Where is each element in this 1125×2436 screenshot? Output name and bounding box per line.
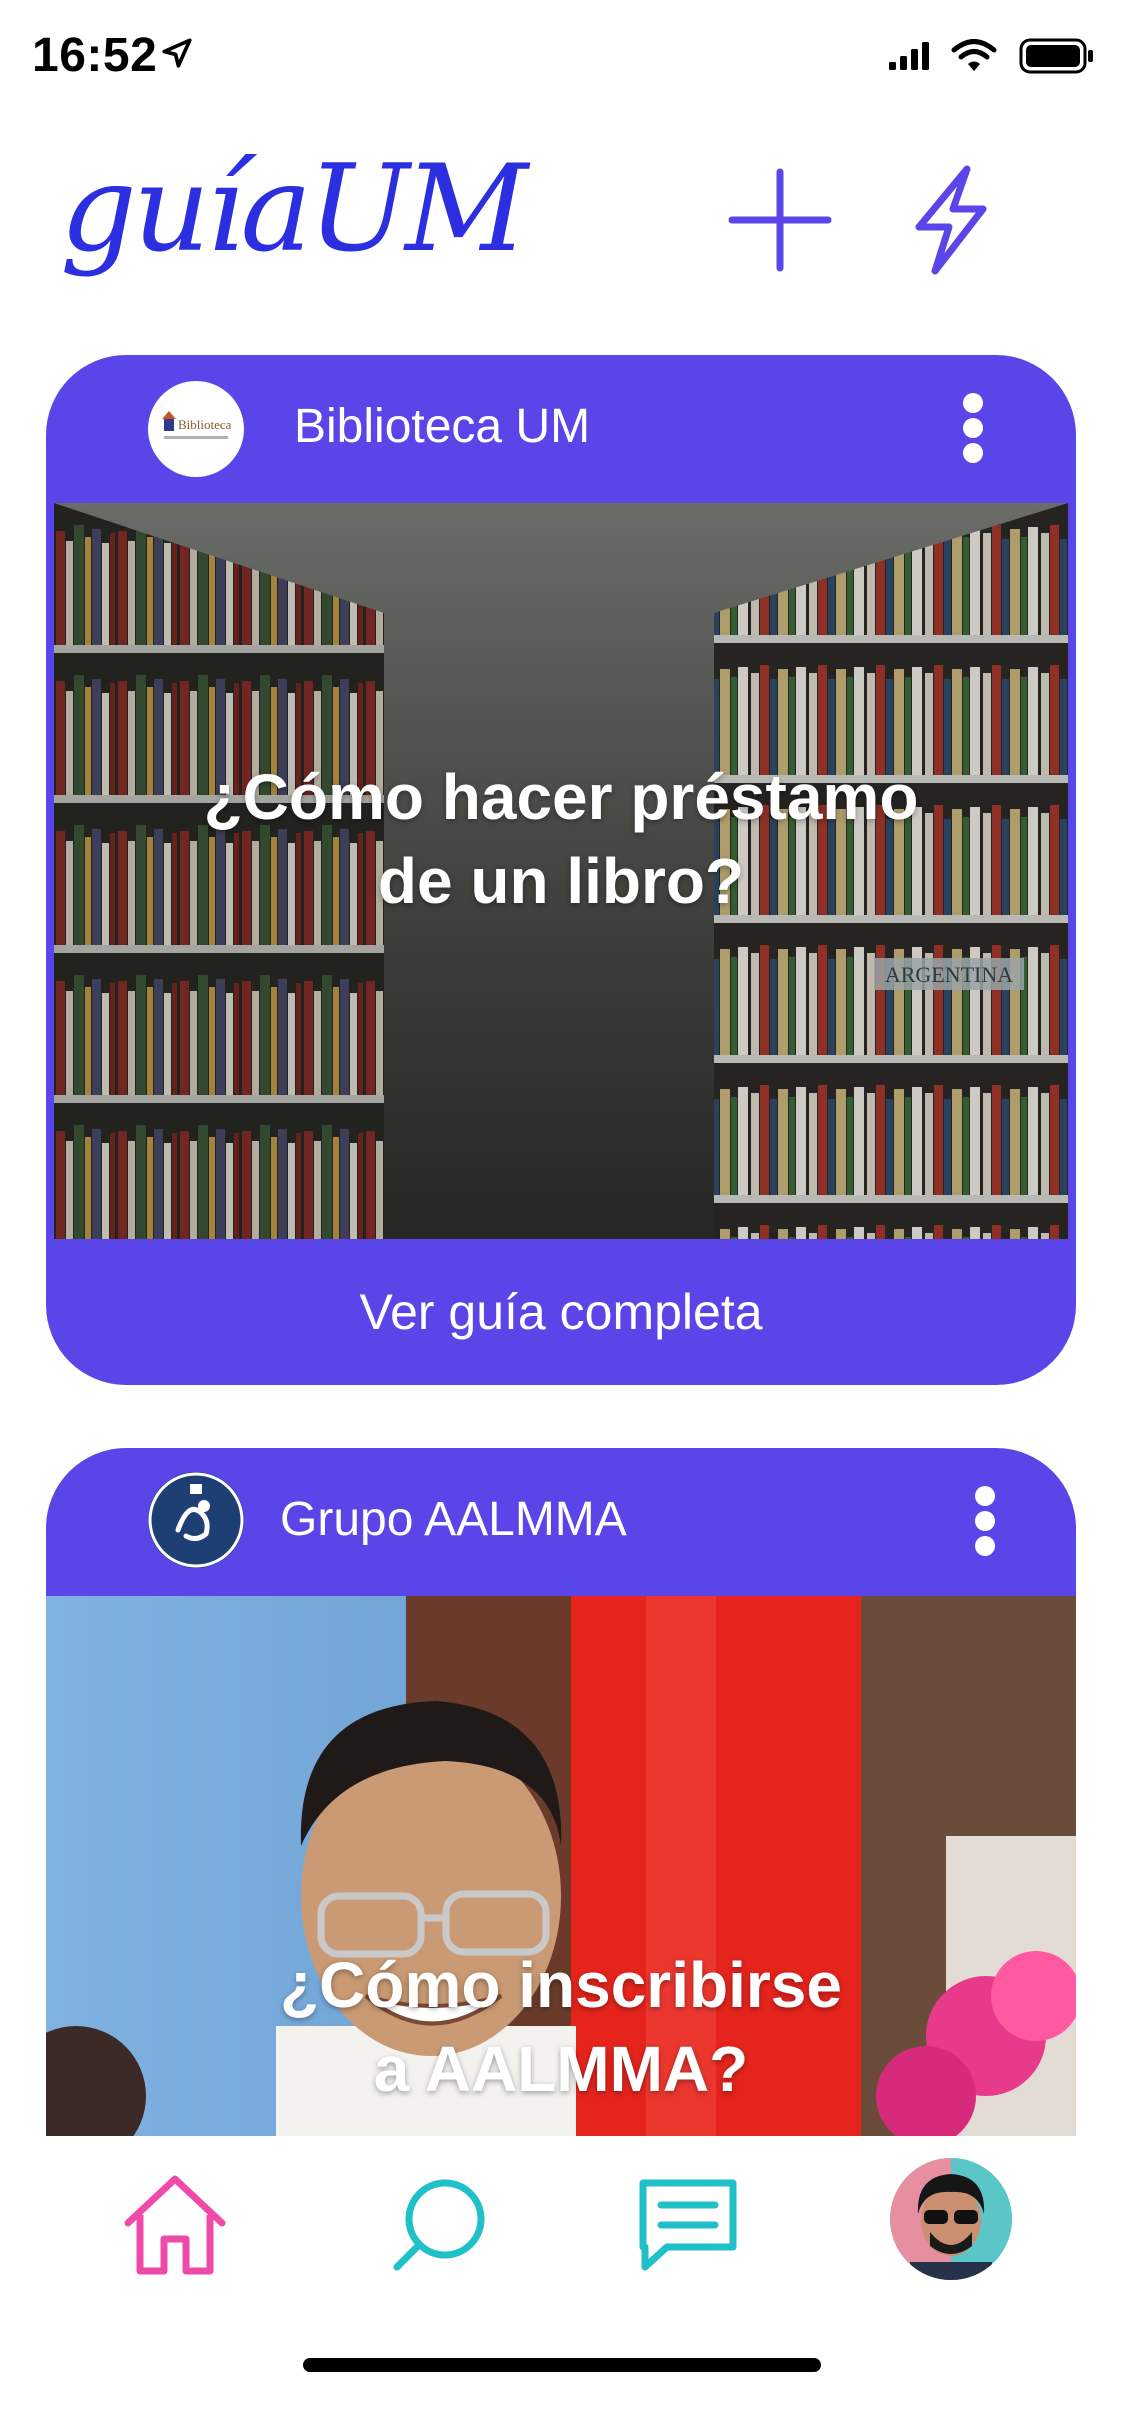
status-bar: 16:52 bbox=[0, 0, 1125, 120]
kebab-dot bbox=[975, 1536, 995, 1556]
more-options-button[interactable] bbox=[958, 393, 988, 463]
guide-title: ¿Cómo inscribirse a AALMMA? bbox=[46, 1943, 1076, 2111]
aalmma-logo-graphic bbox=[148, 1472, 244, 1568]
library-photo[interactable]: ARGENTINA ¿Cómo hacer préstamo de un lib… bbox=[54, 503, 1068, 1239]
kebab-dot bbox=[963, 443, 983, 463]
chat-icon bbox=[639, 2179, 737, 2271]
status-time: 16:52 bbox=[32, 29, 158, 82]
student-photo[interactable]: ¿Cómo inscribirse a AALMMA? bbox=[46, 1596, 1076, 2148]
guide-title-line1: ¿Cómo inscribirse bbox=[280, 1949, 842, 2021]
bolt-icon bbox=[915, 165, 987, 275]
view-full-guide-button[interactable]: Ver guía completa bbox=[46, 1239, 1076, 1385]
nav-home[interactable] bbox=[115, 2166, 235, 2286]
guide-card[interactable]: Biblioteca Biblioteca UM ARGENTINA ¿Cómo… bbox=[46, 355, 1076, 1385]
aalmma-logo bbox=[148, 1472, 244, 1568]
bottom-navigation bbox=[0, 2136, 1125, 2436]
bolt-button[interactable] bbox=[890, 160, 1010, 280]
avatar-image bbox=[890, 2158, 1012, 2280]
card-author: Biblioteca UM bbox=[294, 400, 591, 453]
biblioteca-logo: Biblioteca bbox=[148, 381, 244, 477]
card-header: Grupo AALMMA bbox=[46, 1448, 1076, 1596]
home-indicator bbox=[303, 2358, 821, 2372]
kebab-dot bbox=[975, 1486, 995, 1506]
wifi-icon bbox=[951, 39, 997, 71]
search-icon bbox=[393, 2179, 485, 2271]
profile-avatar[interactable] bbox=[890, 2158, 1012, 2280]
card-author: Grupo AALMMA bbox=[280, 1493, 627, 1546]
kebab-dot bbox=[963, 418, 983, 438]
svg-text:ARGENTINA: ARGENTINA bbox=[885, 962, 1013, 987]
brand-logo: guíaUM bbox=[60, 140, 528, 279]
plus-icon bbox=[728, 168, 832, 272]
kebab-dot bbox=[975, 1511, 995, 1531]
nav-messages[interactable] bbox=[628, 2166, 748, 2286]
guide-title: ¿Cómo hacer préstamo de un libro? bbox=[54, 755, 1068, 923]
more-options-button[interactable] bbox=[970, 1486, 1000, 1556]
guide-title-line1: ¿Cómo hacer préstamo bbox=[203, 761, 919, 833]
guide-card[interactable]: Grupo AALMMA ¿Cómo inscribirse a AALMMA? bbox=[46, 1448, 1076, 2148]
home-icon bbox=[124, 2175, 226, 2275]
battery-icon bbox=[1019, 38, 1093, 74]
card-header: Biblioteca Biblioteca UM bbox=[46, 355, 1076, 503]
add-button[interactable] bbox=[720, 160, 840, 280]
nav-search[interactable] bbox=[380, 2166, 500, 2286]
biblioteca-logo-graphic: Biblioteca bbox=[162, 411, 232, 439]
location-arrow-icon bbox=[162, 38, 192, 68]
guide-title-line2: de un libro? bbox=[377, 845, 745, 917]
kebab-dot bbox=[963, 393, 983, 413]
guide-title-line2: a AALMMA? bbox=[373, 2033, 749, 2105]
svg-text:Biblioteca: Biblioteca bbox=[178, 417, 232, 432]
signal-icon bbox=[889, 42, 929, 70]
